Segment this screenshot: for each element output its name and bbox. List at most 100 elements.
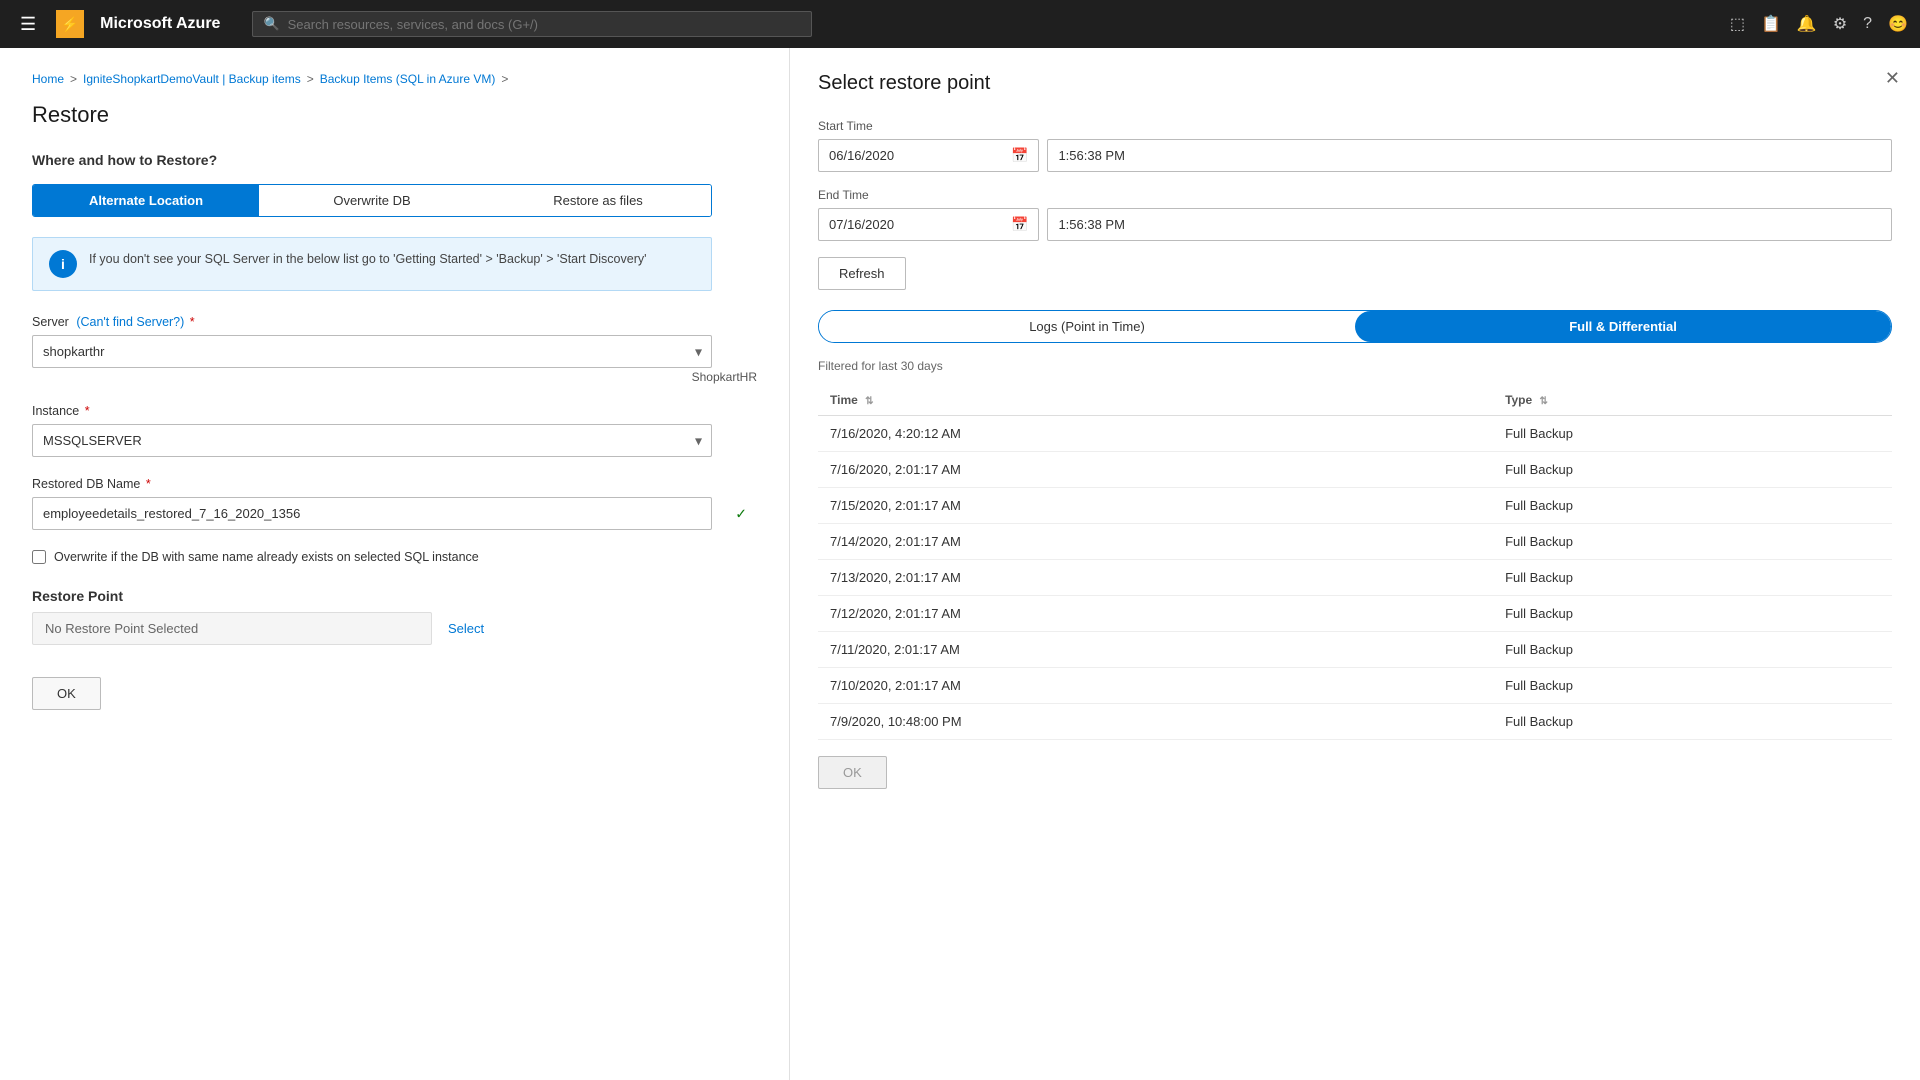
restore-point-section: Restore Point No Restore Point Selected … bbox=[32, 588, 757, 645]
row-type-5: Full Backup bbox=[1493, 596, 1892, 632]
end-time-row: End Time 📅 bbox=[818, 188, 1892, 241]
cloud-shell-icon[interactable]: ⬚ bbox=[1730, 14, 1745, 34]
row-type-8: Full Backup bbox=[1493, 704, 1892, 740]
table-row[interactable]: 7/11/2020, 2:01:17 AM Full Backup bbox=[818, 632, 1892, 668]
end-date-input[interactable] bbox=[829, 217, 1005, 232]
restore-point-label: Restore Point bbox=[32, 588, 757, 604]
end-date-input-wrapper[interactable]: 📅 bbox=[818, 208, 1039, 241]
start-time-input[interactable] bbox=[1047, 139, 1892, 172]
search-input[interactable] bbox=[288, 17, 802, 32]
end-time-label: End Time bbox=[818, 188, 1892, 202]
server-label: Server (Can't find Server?) * bbox=[32, 315, 757, 329]
end-time-inputs: 📅 bbox=[818, 208, 1892, 241]
row-time-1: 7/16/2020, 2:01:17 AM bbox=[818, 452, 1493, 488]
toggle-alternate-location[interactable]: Alternate Location bbox=[33, 185, 259, 216]
breadcrumb-sep-1: > bbox=[70, 72, 77, 86]
start-date-calendar-icon[interactable]: 📅 bbox=[1011, 147, 1028, 164]
breadcrumb: Home > IgniteShopkartDemoVault | Backup … bbox=[32, 72, 757, 86]
row-time-2: 7/15/2020, 2:01:17 AM bbox=[818, 488, 1493, 524]
overwrite-checkbox-label[interactable]: Overwrite if the DB with same name alrea… bbox=[54, 550, 479, 564]
table-row[interactable]: 7/13/2020, 2:01:17 AM Full Backup bbox=[818, 560, 1892, 596]
end-date-calendar-icon[interactable]: 📅 bbox=[1011, 216, 1028, 233]
restore-type-toggle[interactable]: Alternate Location Overwrite DB Restore … bbox=[32, 184, 712, 217]
type-sort-icon[interactable]: ⇅ bbox=[1540, 396, 1548, 407]
start-time-label: Start Time bbox=[818, 119, 1892, 133]
info-box: i If you don't see your SQL Server in th… bbox=[32, 237, 712, 291]
row-time-6: 7/11/2020, 2:01:17 AM bbox=[818, 632, 1493, 668]
table-row[interactable]: 7/16/2020, 4:20:12 AM Full Backup bbox=[818, 416, 1892, 452]
type-column-header[interactable]: Type ⇅ bbox=[1493, 385, 1892, 416]
start-time-inputs: 📅 bbox=[818, 139, 1892, 172]
time-sort-icon[interactable]: ⇅ bbox=[865, 396, 873, 407]
db-name-check-icon: ✓ bbox=[735, 505, 747, 522]
instance-select[interactable]: MSSQLSERVER bbox=[32, 424, 712, 457]
table-row[interactable]: 7/15/2020, 2:01:17 AM Full Backup bbox=[818, 488, 1892, 524]
right-panel: Select restore point ✕ Start Time 📅 End … bbox=[790, 48, 1920, 1080]
feedback-icon[interactable]: 📋 bbox=[1761, 14, 1781, 34]
close-panel-button[interactable]: ✕ bbox=[1885, 68, 1900, 89]
table-row[interactable]: 7/14/2020, 2:01:17 AM Full Backup bbox=[818, 524, 1892, 560]
restore-point-value: No Restore Point Selected bbox=[32, 612, 432, 645]
table-row[interactable]: 7/12/2020, 2:01:17 AM Full Backup bbox=[818, 596, 1892, 632]
toggle-restore-as-files[interactable]: Restore as files bbox=[485, 185, 711, 216]
row-type-6: Full Backup bbox=[1493, 632, 1892, 668]
instance-field-group: Instance * MSSQLSERVER ▾ bbox=[32, 404, 757, 457]
select-restore-point-link[interactable]: Select bbox=[448, 621, 484, 636]
instance-select-wrapper: MSSQLSERVER ▾ bbox=[32, 424, 712, 457]
row-time-3: 7/14/2020, 2:01:17 AM bbox=[818, 524, 1493, 560]
breadcrumb-vault[interactable]: IgniteShopkartDemoVault | Backup items bbox=[83, 72, 301, 86]
db-name-field-group: Restored DB Name * ✓ bbox=[32, 477, 757, 530]
main-layout: Home > IgniteShopkartDemoVault | Backup … bbox=[0, 48, 1920, 1080]
row-time-5: 7/12/2020, 2:01:17 AM bbox=[818, 596, 1493, 632]
instance-required: * bbox=[85, 404, 90, 418]
table-row[interactable]: 7/16/2020, 2:01:17 AM Full Backup bbox=[818, 452, 1892, 488]
db-name-label: Restored DB Name * bbox=[32, 477, 757, 491]
server-field-group: Server (Can't find Server?) * shopkarthr… bbox=[32, 315, 757, 384]
tab-logs-point-in-time[interactable]: Logs (Point in Time) bbox=[819, 311, 1355, 342]
server-select-wrapper: shopkarthr ▾ bbox=[32, 335, 712, 368]
start-date-input-wrapper[interactable]: 📅 bbox=[818, 139, 1039, 172]
overwrite-checkbox-row: Overwrite if the DB with same name alrea… bbox=[32, 550, 757, 564]
db-name-input[interactable] bbox=[32, 497, 712, 530]
cant-find-server-link[interactable]: (Can't find Server?) bbox=[76, 315, 184, 329]
row-type-0: Full Backup bbox=[1493, 416, 1892, 452]
instance-label: Instance * bbox=[32, 404, 757, 418]
restore-point-row: No Restore Point Selected Select bbox=[32, 612, 757, 645]
search-bar[interactable]: 🔍 bbox=[252, 11, 812, 37]
ok-button[interactable]: OK bbox=[32, 677, 101, 710]
table-row[interactable]: 7/9/2020, 10:48:00 PM Full Backup bbox=[818, 704, 1892, 740]
db-name-required: * bbox=[146, 477, 151, 491]
tab-full-differential[interactable]: Full & Differential bbox=[1355, 311, 1891, 342]
server-required: * bbox=[190, 315, 195, 329]
backup-type-tab-toggle[interactable]: Logs (Point in Time) Full & Differential bbox=[818, 310, 1892, 343]
help-icon[interactable]: ? bbox=[1863, 15, 1872, 33]
left-panel: Home > IgniteShopkartDemoVault | Backup … bbox=[0, 48, 790, 1080]
notification-icon[interactable]: 🔔 bbox=[1797, 14, 1817, 34]
overwrite-checkbox[interactable] bbox=[32, 550, 46, 564]
table-header-row: Time ⇅ Type ⇅ bbox=[818, 385, 1892, 416]
top-navigation: ☰ ⚡ Microsoft Azure 🔍 ⬚ 📋 🔔 ⚙ ? 😊 bbox=[0, 0, 1920, 48]
table-row[interactable]: 7/10/2020, 2:01:17 AM Full Backup bbox=[818, 668, 1892, 704]
time-column-header[interactable]: Time ⇅ bbox=[818, 385, 1493, 416]
start-date-input[interactable] bbox=[829, 148, 1005, 163]
breadcrumb-sep-2: > bbox=[307, 72, 314, 86]
row-time-4: 7/13/2020, 2:01:17 AM bbox=[818, 560, 1493, 596]
panel-ok-button[interactable]: OK bbox=[818, 756, 887, 789]
start-time-row: Start Time 📅 bbox=[818, 119, 1892, 172]
row-type-3: Full Backup bbox=[1493, 524, 1892, 560]
filter-note: Filtered for last 30 days bbox=[818, 359, 1892, 373]
brand-name: Microsoft Azure bbox=[100, 15, 220, 33]
section-heading: Where and how to Restore? bbox=[32, 152, 757, 168]
breadcrumb-home[interactable]: Home bbox=[32, 72, 64, 86]
end-time-input[interactable] bbox=[1047, 208, 1892, 241]
toggle-overwrite-db[interactable]: Overwrite DB bbox=[259, 185, 485, 216]
menu-hamburger-icon[interactable]: ☰ bbox=[12, 10, 44, 39]
refresh-button[interactable]: Refresh bbox=[818, 257, 906, 290]
restore-points-table: Time ⇅ Type ⇅ 7/16/2020, 4:20:12 AM Full… bbox=[818, 385, 1892, 740]
server-select[interactable]: shopkarthr bbox=[32, 335, 712, 368]
row-time-0: 7/16/2020, 4:20:12 AM bbox=[818, 416, 1493, 452]
account-icon[interactable]: 😊 bbox=[1888, 14, 1908, 34]
settings-icon[interactable]: ⚙ bbox=[1833, 14, 1847, 34]
db-name-input-wrapper: ✓ bbox=[32, 497, 757, 530]
breadcrumb-backup-items[interactable]: Backup Items (SQL in Azure VM) bbox=[320, 72, 496, 86]
